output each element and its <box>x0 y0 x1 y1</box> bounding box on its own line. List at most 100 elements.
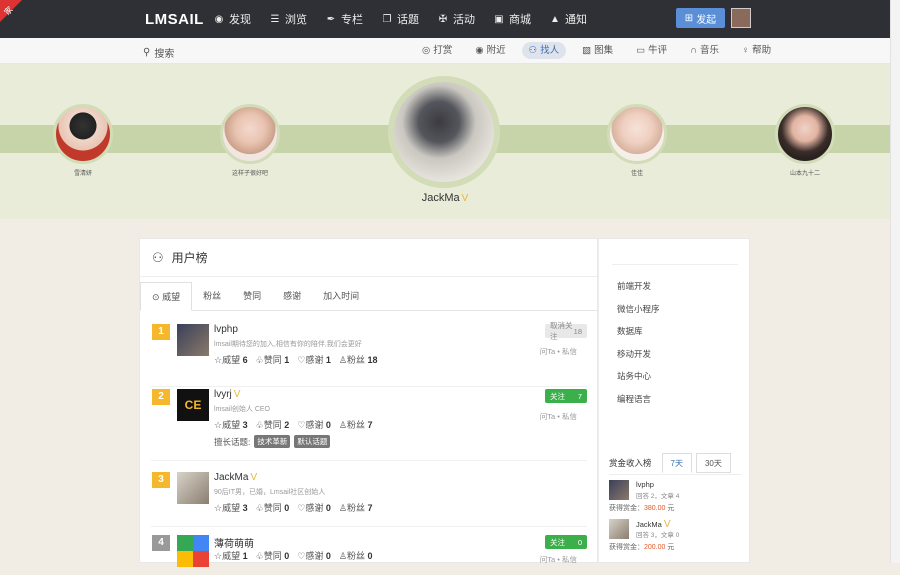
corner-ribbon[interactable]: 家 <box>0 0 22 22</box>
stat-value: 1 <box>242 551 248 561</box>
nav-item-topic[interactable]: ❐ 话题 <box>381 0 419 38</box>
featured-avatar[interactable] <box>220 104 280 164</box>
featured-avatar[interactable] <box>607 104 667 164</box>
search-trigger[interactable]: ⚲ 搜索 <box>143 45 174 60</box>
stat-label: 感谢 <box>305 420 324 430</box>
income-avatar[interactable] <box>609 480 629 500</box>
category-item[interactable]: 编程语言 <box>617 388 749 411</box>
category-item[interactable]: 站务中心 <box>617 365 749 388</box>
user-icon: ♙ <box>338 503 347 513</box>
nav-label: 活动 <box>453 14 475 26</box>
subnav-gallery[interactable]: ▨ 图集 <box>575 42 620 59</box>
tab-7-days[interactable]: 7天 <box>661 452 692 473</box>
income-meta: 回答 3，文章 0 <box>636 532 680 539</box>
publish-label: 发起 <box>696 14 717 26</box>
featured-name[interactable]: 这样子很好吧 <box>210 168 290 177</box>
tab-thanks[interactable]: 感谢 <box>272 282 312 310</box>
verified-icon: V <box>250 472 258 483</box>
follow-count: 7 <box>577 391 582 401</box>
follow-label: 关注 <box>550 537 565 547</box>
prestige-stat: ☆威望 1 <box>214 549 248 562</box>
follow-button[interactable]: 关注 0 <box>545 535 587 549</box>
site-logo[interactable]: LMSAIL <box>145 11 204 28</box>
note-icon: ▭ <box>636 45 646 56</box>
stat-label: 威望 <box>222 420 241 430</box>
tab-prestige[interactable]: ⊙ 威望 <box>140 282 193 311</box>
stat-label: 威望 <box>222 503 241 513</box>
publish-icon: ⊞ <box>684 12 694 24</box>
search-icon: ⚲ <box>143 47 151 58</box>
user-icon: ♙ <box>338 420 347 430</box>
user-row-avatar[interactable] <box>177 472 209 504</box>
user-row: 3 JackMa V 90后IT男，已婚，Lmsail社区创始人 ☆威望 3 ♧赞… <box>151 472 587 527</box>
chat-icon: ❐ <box>382 13 392 25</box>
ask-link[interactable]: 问Ta <box>540 347 555 356</box>
sub-navbar: ⚲ 搜索 ◎ 打赏 ◉ 附近 ⚇ 找人 ▨ 图集 ▭ 牛评 ∩ 音乐 ♀ 帮助 <box>0 38 890 64</box>
user-avatar[interactable] <box>731 8 751 28</box>
nav-item-activity[interactable]: ✠ 活动 <box>437 0 475 38</box>
tab-fans[interactable]: 粉丝 <box>192 282 232 310</box>
income-avatar[interactable] <box>609 519 629 539</box>
category-item[interactable]: 前端开发 <box>617 275 749 298</box>
message-link[interactable]: 私信 <box>562 347 577 356</box>
nav-item-notify[interactable]: ▲ 通知 <box>549 0 587 38</box>
message-link[interactable]: 私信 <box>562 412 577 421</box>
tab-join-time[interactable]: 加入时间 <box>312 282 370 310</box>
nav-item-column[interactable]: ✒ 专栏 <box>325 0 363 38</box>
page-scrollbar[interactable] <box>890 0 900 563</box>
user-row-stats: ☆威望 3 ♧赞同 0 ♡感谢 0 ♙粉丝 7 <box>214 501 373 514</box>
tab-agree[interactable]: 赞同 <box>232 282 272 310</box>
featured-avatar-center[interactable] <box>388 76 500 188</box>
follow-count: 0 <box>577 537 582 547</box>
main-nav: ◉ 发现 ☰ 浏览 ✒ 专栏 ❐ 话题 ✠ 活动 ▣ 商城 ▲ 通知 <box>213 0 605 38</box>
user-row-avatar[interactable] <box>177 324 209 356</box>
nav-item-shop[interactable]: ▣ 商城 <box>493 0 531 38</box>
user-row-avatar[interactable] <box>177 535 209 567</box>
user-row-avatar[interactable]: CE <box>177 389 209 421</box>
star-icon: ☆ <box>214 551 223 561</box>
subnav-music[interactable]: ∩ 音乐 <box>683 42 726 59</box>
topic-tag[interactable]: 技术革新 <box>254 435 291 448</box>
ask-link[interactable]: 问Ta <box>540 412 555 421</box>
category-item[interactable]: 移动开发 <box>617 343 749 366</box>
thanks-stat: ♡感谢 1 <box>297 353 331 366</box>
nav-label: 通知 <box>565 14 587 26</box>
featured-name[interactable]: 佳佳 <box>597 168 677 177</box>
subnav-find-people[interactable]: ⚇ 找人 <box>521 42 567 59</box>
user-row-name[interactable]: JackMa V <box>214 472 257 483</box>
user-row-name[interactable]: 薄荷萌萌 <box>214 535 254 550</box>
rank-badge: 1 <box>152 324 170 340</box>
subnav-label: 图集 <box>594 45 614 56</box>
tab-30-days[interactable]: 30天 <box>695 452 731 473</box>
featured-name[interactable]: 山本九十二 <box>765 168 845 177</box>
category-item[interactable]: 微信小程序 <box>617 298 749 321</box>
featured-name-center[interactable]: JackMa V <box>405 192 485 204</box>
user-row-name[interactable]: lvyrj V <box>214 389 240 400</box>
income-name[interactable]: lvphp <box>636 480 654 489</box>
nav-item-discover[interactable]: ◉ 发现 <box>213 0 251 38</box>
subnav-label: 打赏 <box>433 45 453 56</box>
follow-button[interactable]: 关注 7 <box>545 389 587 403</box>
verified-icon: V <box>461 193 469 204</box>
user-row-name[interactable]: lvphp <box>214 324 238 335</box>
nav-item-browse[interactable]: ☰ 浏览 <box>269 0 307 38</box>
featured-users-banner: 雪清妍 这样子很好吧 JackMa V 佳佳 山本九十二 <box>0 64 890 219</box>
user-row-desc: lmsail创始人 CEO <box>214 406 271 413</box>
income-amount: 获得赏金：380.00 元 <box>609 503 674 513</box>
publish-button[interactable]: ⊞ 发起 <box>676 8 725 28</box>
unfollow-button[interactable]: 取消关注 18 <box>545 321 587 341</box>
featured-avatar[interactable] <box>53 104 113 164</box>
topic-tag[interactable]: 默认话题 <box>294 435 331 448</box>
subnav-reward[interactable]: ◎ 打赏 <box>415 42 459 59</box>
user-row-actions: 问Ta • 私信 <box>540 554 577 565</box>
activity-icon: ✠ <box>438 13 448 25</box>
prestige-stat: ☆威望 6 <box>214 353 248 366</box>
featured-name[interactable]: 雪清妍 <box>43 168 123 177</box>
subnav-nearby[interactable]: ◉ 附近 <box>468 42 512 59</box>
bulb-icon: ♀ <box>742 45 750 56</box>
category-item[interactable]: 数据库 <box>617 320 749 343</box>
subnav-reviews[interactable]: ▭ 牛评 <box>629 42 674 59</box>
subnav-help[interactable]: ♀ 帮助 <box>735 42 778 59</box>
featured-avatar[interactable] <box>775 104 835 164</box>
users-icon: ⚇ <box>152 249 164 265</box>
